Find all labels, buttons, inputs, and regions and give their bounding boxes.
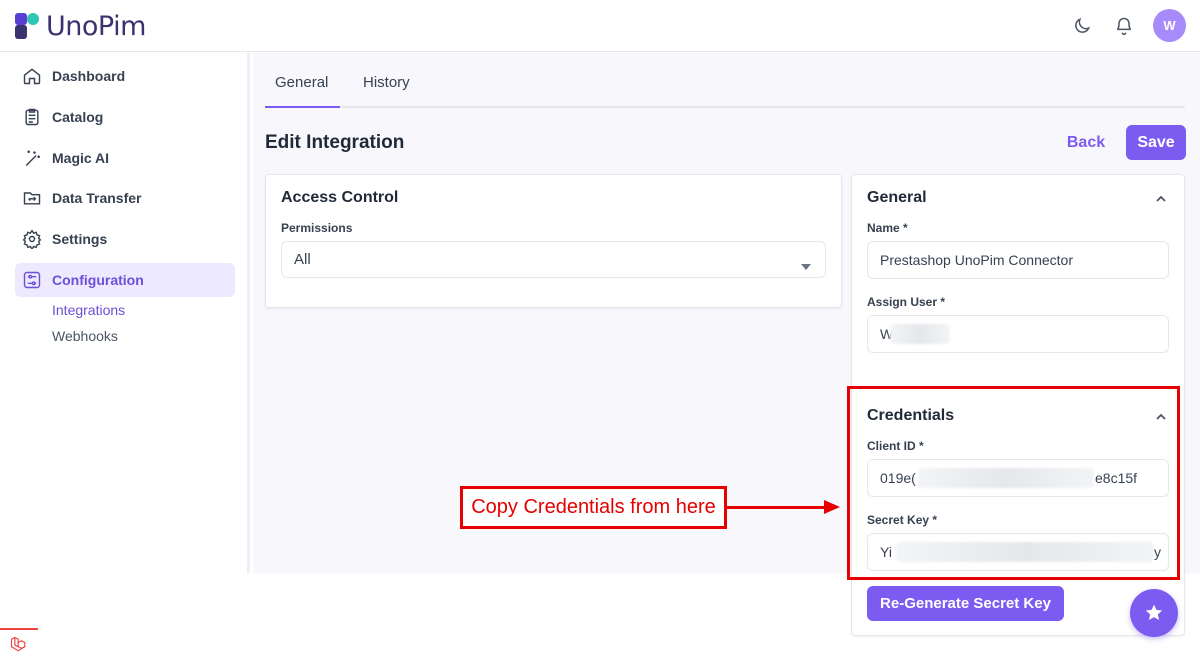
sidebar-item-magic-ai[interactable]: Magic AI xyxy=(15,141,235,175)
notification-bell-icon[interactable] xyxy=(1111,13,1137,39)
save-button[interactable]: Save xyxy=(1126,125,1186,160)
back-button[interactable]: Back xyxy=(1058,127,1114,159)
tab-general[interactable]: General xyxy=(275,74,328,91)
name-label: Name * xyxy=(867,221,908,235)
sidebar-item-configuration[interactable]: Configuration xyxy=(15,263,235,297)
assign-user-select[interactable]: W xyxy=(867,315,1169,353)
name-value: Prestashop UnoPim Connector xyxy=(880,252,1073,268)
magic-wand-icon xyxy=(21,147,43,169)
regenerate-secret-key-button[interactable]: Re-Generate Secret Key xyxy=(867,586,1064,621)
annotation-arrow-head-icon xyxy=(824,500,840,514)
sidebar-item-dashboard[interactable]: Dashboard xyxy=(15,59,235,93)
magic-ai-fab-star-icon[interactable] xyxy=(1130,589,1178,637)
annotation-arrow-line xyxy=(727,506,827,509)
permissions-label: Permissions xyxy=(281,221,353,235)
sidebar-item-label: Data Transfer xyxy=(52,190,142,206)
sidebar-item-data-transfer[interactable]: Data Transfer xyxy=(15,181,235,215)
sidebar-item-label: Dashboard xyxy=(52,68,126,84)
sidebar-item-label: Settings xyxy=(52,231,108,247)
app-name: UnoPim xyxy=(46,10,146,42)
laravel-debugbar-icon[interactable] xyxy=(0,628,38,659)
sidebar-subitem-integrations[interactable]: Integrations xyxy=(52,302,125,318)
access-control-title: Access Control xyxy=(281,189,399,206)
permissions-select[interactable]: All xyxy=(281,241,826,278)
tab-bar: General History xyxy=(265,53,1185,108)
credentials-highlight-box xyxy=(847,386,1180,580)
user-avatar[interactable]: W xyxy=(1153,9,1186,42)
permissions-value: All xyxy=(294,251,311,268)
active-tab-indicator xyxy=(265,106,340,108)
sidebar-item-label: Configuration xyxy=(52,272,144,288)
annotation-callout: Copy Credentials from here xyxy=(460,486,727,529)
chevron-down-icon xyxy=(801,257,811,274)
assign-user-label: Assign User * xyxy=(867,295,946,309)
logo-mark-icon xyxy=(14,12,42,40)
page-title: Edit Integration xyxy=(265,132,405,153)
top-bar: UnoPim W xyxy=(0,0,1200,52)
name-input[interactable]: Prestashop UnoPim Connector xyxy=(867,241,1169,279)
tab-history[interactable]: History xyxy=(363,74,410,91)
home-icon xyxy=(21,65,43,87)
clipboard-icon xyxy=(21,106,43,128)
logo[interactable]: UnoPim xyxy=(14,10,146,42)
sidebar-item-label: Catalog xyxy=(52,109,104,125)
sidebar-item-catalog[interactable]: Catalog xyxy=(15,100,235,134)
dark-mode-moon-icon[interactable] xyxy=(1069,13,1095,39)
gear-icon xyxy=(21,228,43,250)
sidebar-subitem-webhooks[interactable]: Webhooks xyxy=(52,328,118,344)
general-card-title: General xyxy=(867,189,927,206)
collapse-general-chevron-up-icon[interactable] xyxy=(1155,192,1169,206)
redacted-user-blur xyxy=(890,324,950,344)
sidebar-item-label: Magic AI xyxy=(52,150,110,166)
sliders-icon xyxy=(21,269,43,291)
sidebar-item-settings[interactable]: Settings xyxy=(15,222,235,256)
transfer-icon xyxy=(21,187,43,209)
